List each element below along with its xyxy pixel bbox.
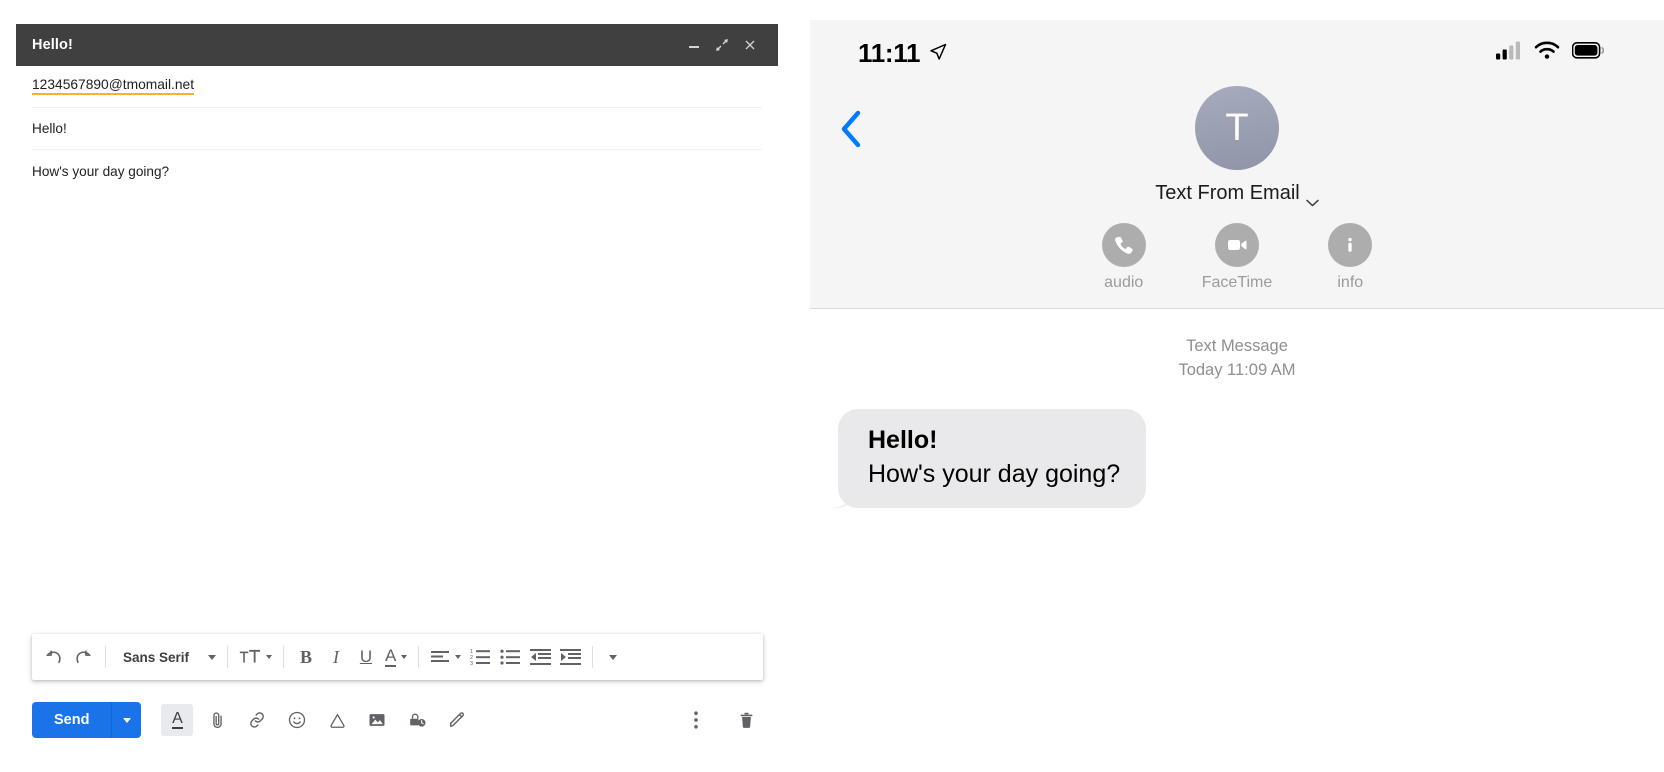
recipient-value: 1234567890@tmomail.net xyxy=(32,77,195,95)
insert-photo-icon[interactable] xyxy=(361,704,393,736)
confidential-mode-icon[interactable] xyxy=(401,704,433,736)
status-time: 11:11 xyxy=(858,37,921,68)
indent-more-icon[interactable] xyxy=(555,640,585,674)
minimize-icon[interactable] xyxy=(680,31,708,59)
svg-text:3: 3 xyxy=(470,661,473,666)
bold-icon[interactable]: B xyxy=(291,640,321,674)
avatar-initial: T xyxy=(1225,106,1249,149)
toolbar-divider-2 xyxy=(227,646,229,668)
send-button-group: Send xyxy=(32,702,142,738)
toolbar-divider-1 xyxy=(105,646,106,668)
ios-status-bar: 11:11 xyxy=(810,20,1664,86)
formatting-options-icon[interactable]: A xyxy=(161,704,194,736)
action-label-info: info xyxy=(1337,274,1364,291)
wifi-icon xyxy=(1534,41,1560,65)
contact-actions: audio FaceTime info xyxy=(1101,223,1373,292)
font-family-selector[interactable]: Sans Serif xyxy=(113,640,199,674)
align-icon[interactable] xyxy=(426,640,465,674)
italic-label: I xyxy=(333,646,340,667)
message-meta: Text Message Today 11:09 AM xyxy=(810,335,1664,383)
action-label-facetime: FaceTime xyxy=(1201,274,1273,291)
underline-label: U xyxy=(359,647,373,666)
message-service-label: Text Message xyxy=(1186,337,1288,355)
message-timestamp: Today 11:09 AM xyxy=(1178,360,1296,379)
bold-label: B xyxy=(300,646,313,667)
avatar[interactable]: T xyxy=(1195,86,1279,170)
numbered-list-icon[interactable]: 1 2 3 xyxy=(465,640,495,674)
insert-emoji-icon[interactable] xyxy=(281,704,313,736)
send-options-chevron-down-icon[interactable] xyxy=(112,702,142,738)
redo-icon[interactable] xyxy=(68,640,98,674)
action-label-audio: audio xyxy=(1104,274,1144,291)
font-family-chevron-down-icon[interactable] xyxy=(199,640,220,674)
send-button[interactable]: Send xyxy=(32,702,113,738)
font-size-icon[interactable] xyxy=(235,640,276,674)
compose-titlebar: Hello! xyxy=(16,24,778,66)
compose-title: Hello! xyxy=(32,37,73,53)
compose-right-actions xyxy=(662,704,762,736)
toolbar-divider-4 xyxy=(418,646,420,668)
more-options-icon[interactable] xyxy=(680,704,712,736)
phone-icon xyxy=(1101,223,1146,267)
info-icon xyxy=(1328,223,1373,267)
undo-icon[interactable] xyxy=(38,640,68,674)
message-body-text: How's your day going? xyxy=(32,164,170,179)
bulleted-list-icon[interactable] xyxy=(495,640,525,674)
back-chevron-icon[interactable] xyxy=(840,110,862,153)
formatting-toolbar: Sans Serif B I U A 1 2 3 xyxy=(32,634,763,680)
insert-link-icon[interactable] xyxy=(241,704,273,736)
text-color-icon[interactable]: A xyxy=(381,640,411,674)
subject-field[interactable]: Hello! xyxy=(16,108,778,149)
toolbar-divider-3 xyxy=(283,646,285,668)
message-thread: Text Message Today 11:09 AM Hello! How's… xyxy=(810,309,1664,508)
message-line-2: How's your day going? xyxy=(868,460,1121,489)
close-icon[interactable] xyxy=(736,31,764,59)
compose-action-bar: Send A xyxy=(16,692,778,748)
attach-file-icon[interactable] xyxy=(201,704,233,736)
battery-icon xyxy=(1571,42,1605,64)
insert-drive-icon[interactable] xyxy=(321,704,353,736)
underline-icon[interactable]: U xyxy=(351,640,381,674)
iphone-messages-panel: 11:11 T Text From Email audio FaceTime i… xyxy=(810,20,1664,772)
popout-icon[interactable] xyxy=(708,31,736,59)
insert-signature-icon[interactable] xyxy=(441,704,473,736)
messages-header-zone: 11:11 T Text From Email audio FaceTime i… xyxy=(810,20,1664,309)
action-info[interactable]: info xyxy=(1328,223,1373,292)
font-family-label: Sans Serif xyxy=(123,649,190,665)
cellular-signal-icon xyxy=(1496,41,1522,65)
chevron-down-icon xyxy=(1305,190,1319,206)
text-color-label: A xyxy=(385,646,397,667)
italic-icon[interactable]: I xyxy=(321,640,351,674)
toolbar-divider-5 xyxy=(592,646,594,668)
status-indicators xyxy=(1496,41,1605,65)
contact-block: T Text From Email audio FaceTime info xyxy=(810,86,1664,292)
subject-value: Hello! xyxy=(32,121,67,136)
more-formatting-options-icon[interactable] xyxy=(600,640,621,674)
compose-tool-icons: A xyxy=(161,704,481,736)
messages-nav-zone: T Text From Email audio FaceTime info xyxy=(810,86,1664,308)
message-body[interactable]: How's your day going? xyxy=(16,150,778,634)
contact-name: Text From Email xyxy=(1155,182,1300,204)
action-facetime[interactable]: FaceTime xyxy=(1201,223,1273,292)
message-row: Hello! How's your day going? xyxy=(810,408,1664,508)
video-camera-icon xyxy=(1215,223,1259,267)
location-arrow-icon xyxy=(928,38,948,69)
screen-root: Hello! 1234567890@tmomail.net Hello! How… xyxy=(0,0,1664,772)
compose-window: Hello! 1234567890@tmomail.net Hello! How… xyxy=(16,24,778,748)
contact-name-button[interactable]: Text From Email xyxy=(1155,182,1319,206)
action-audio[interactable]: audio xyxy=(1101,223,1146,292)
status-time-group: 11:11 xyxy=(858,38,948,69)
discard-draft-icon[interactable] xyxy=(730,704,762,736)
message-line-1: Hello! xyxy=(868,425,938,454)
recipient-field[interactable]: 1234567890@tmomail.net xyxy=(16,66,778,107)
indent-less-icon[interactable] xyxy=(525,640,555,674)
message-bubble[interactable]: Hello! How's your day going? xyxy=(838,408,1147,508)
